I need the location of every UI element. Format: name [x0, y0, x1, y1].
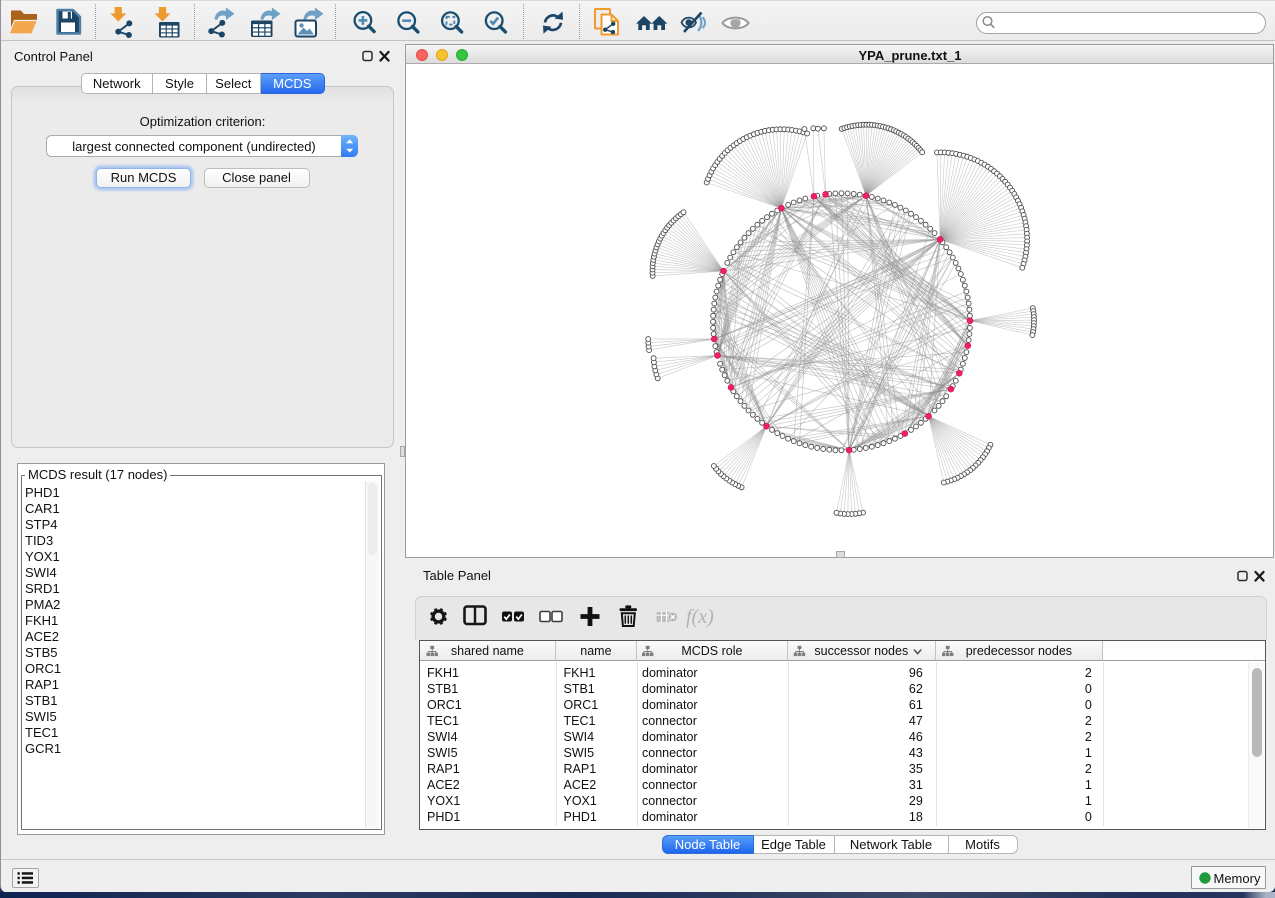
svg-text:f(x): f(x)	[686, 606, 714, 628]
